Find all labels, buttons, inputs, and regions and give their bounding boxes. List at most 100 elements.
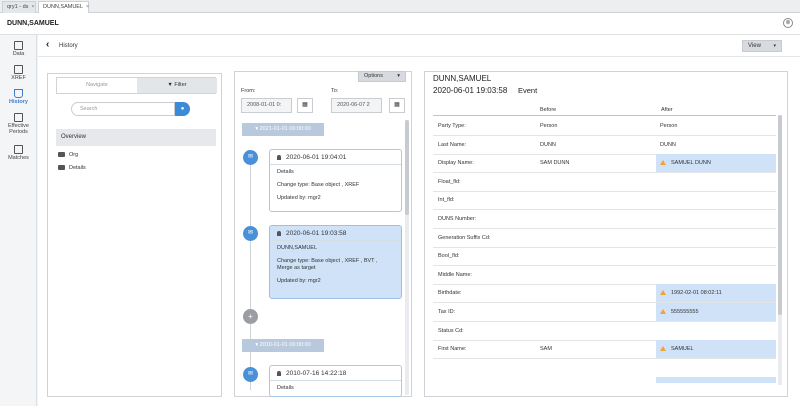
timeline-group-header[interactable]: ▾ 2021-01-01 00:00:00 <box>242 123 324 136</box>
comparison-row: Display Name: SAM DUNN SAMUEL DUNN <box>433 154 776 174</box>
history-event-card-selected[interactable]: 2020-06-01 19:03:58 DUNN,SAMUEL Change t… <box>269 225 402 299</box>
nav-item-xref[interactable]: XREF <box>0 65 37 81</box>
tab-record[interactable]: DUNN,SAMUEL × <box>38 1 89 13</box>
field-label: Int_fld: <box>438 197 455 204</box>
after-value <box>656 191 776 209</box>
tree-label: Details <box>69 165 86 171</box>
tab-label: DUNN,SAMUEL <box>43 4 84 10</box>
comparison-row: Party Type: Person Person <box>433 117 776 136</box>
after-text: SAMUEL DUNN <box>671 160 711 167</box>
field-label: Display Name: <box>438 160 474 167</box>
back-arrow-icon[interactable]: ‹ <box>46 40 49 50</box>
comparison-row: Status Cd: <box>433 322 776 341</box>
navigate-panel: Navigate ▼ Filter Search ● Overview Org … <box>47 73 222 397</box>
before-value: SAM DUNN <box>540 160 570 167</box>
event-date: 2010-07-16 14:22:18 <box>286 370 347 377</box>
from-calendar-icon[interactable]: ▦ <box>297 98 313 113</box>
event-updated-by: Updated by: mgr2 <box>277 278 321 284</box>
event-card-header: 2020-06-01 19:04:01 <box>270 150 401 165</box>
warning-icon <box>660 346 666 352</box>
comparison-row: DUNS Number: <box>433 210 776 229</box>
timeline-scrollbar[interactable] <box>405 120 409 395</box>
history-event-icon: ✉ <box>243 226 258 241</box>
to-date-input[interactable]: 2020-06-07 2 <box>331 98 382 113</box>
tab-navigate[interactable]: Navigate <box>57 78 137 93</box>
user-icon <box>277 154 281 160</box>
comparison-scrollbar[interactable] <box>778 115 782 385</box>
after-value: 555555555 <box>656 303 776 321</box>
nav-item-history[interactable]: History <box>0 89 37 105</box>
record-title: DUNN,SAMUEL <box>7 20 59 27</box>
event-card-header: 2010-07-16 14:22:18 <box>270 366 401 381</box>
history-event-icon: ✉ <box>243 150 258 165</box>
comparison-row: Last Name: DUNN DUNN <box>433 136 776 155</box>
tab-filter[interactable]: ▼ Filter <box>137 78 217 93</box>
comparison-row: Bool_fld: <box>433 247 776 267</box>
from-label: From: <box>241 88 256 94</box>
event-card-header: 2020-06-01 19:03:58 <box>270 226 401 241</box>
nav-label: History <box>9 99 28 105</box>
tab-label: qry1 - ds <box>7 4 29 10</box>
after-value <box>656 266 776 284</box>
after-text: SAMUEL <box>671 346 694 353</box>
navigate-tab-label: Navigate <box>86 82 108 88</box>
tab-query[interactable]: qry1 - ds × <box>2 1 36 13</box>
event-change-type: Change type: Base object , XREF , BVT , … <box>277 258 378 271</box>
folder-icon <box>58 165 65 171</box>
field-label: Bool_fld: <box>438 253 460 260</box>
after-value: DUNN <box>656 136 776 154</box>
comparison-row: Int_fld: <box>433 191 776 211</box>
close-icon[interactable]: × <box>31 4 34 10</box>
event-card-body: Details <box>270 381 401 402</box>
history-event-card[interactable]: 2010-07-16 14:22:18 Details <box>269 365 402 397</box>
xref-icon <box>14 65 23 74</box>
left-nav: Data XREF History Effective Periods Matc… <box>0 35 37 406</box>
history-event-card[interactable]: 2020-06-01 19:04:01 Details Change type:… <box>269 149 402 212</box>
after-value <box>656 247 776 265</box>
field-label: Float_fld: <box>438 178 461 185</box>
before-value: DUNN <box>540 141 556 148</box>
header-divider <box>433 115 776 116</box>
hourglass-icon <box>14 89 23 98</box>
view-dropdown-button[interactable]: View ▾ <box>742 40 782 52</box>
after-value: SAMUEL DUNN <box>656 154 776 173</box>
scrollbar-thumb[interactable] <box>778 115 782 315</box>
timeline-line <box>250 150 251 390</box>
from-date-input[interactable]: 2008-01-01 0: <box>241 98 292 113</box>
field-label: Generation Suffix Cd: <box>438 234 491 241</box>
event-date: 2020-06-01 19:03:58 <box>286 230 347 237</box>
nav-item-effective-periods[interactable]: Effective Periods <box>0 113 37 135</box>
event-card-body: DUNN,SAMUEL Change type: Base object , X… <box>270 241 401 295</box>
after-text: 1992-02-01 08:02:11 <box>671 290 722 297</box>
search-input[interactable]: Search <box>71 102 175 116</box>
nav-label: Matches <box>8 155 29 161</box>
overview-item[interactable]: Overview <box>56 129 216 146</box>
nav-item-matches[interactable]: Matches <box>0 145 37 161</box>
folder-icon <box>58 152 65 158</box>
matches-icon <box>14 145 23 154</box>
navigate-filter-tabs: Navigate ▼ Filter <box>56 77 217 94</box>
event-record-name: DUNN,SAMUEL <box>433 74 492 83</box>
after-value <box>656 322 776 340</box>
search-button[interactable]: ● <box>175 102 190 116</box>
history-toolbar: ‹ History View ▾ <box>38 35 800 57</box>
comparison-row: Birthdate: 1992-02-01 08:02:11 <box>433 284 776 304</box>
options-dropdown-button[interactable]: Options ▾ <box>358 71 406 82</box>
scrollbar-thumb[interactable] <box>405 120 409 215</box>
add-event-icon[interactable]: + <box>243 309 258 324</box>
comparison-row: Middle Name: <box>433 266 776 285</box>
timeline-group-header[interactable]: ▾ 2010-01-01 00:00:00 <box>242 339 324 352</box>
close-icon[interactable]: × <box>86 4 89 10</box>
event-label: Event <box>518 86 538 95</box>
nav-label: Effective Periods <box>8 123 29 135</box>
field-label: Tax ID: <box>438 309 456 315</box>
to-calendar-icon[interactable]: ▦ <box>389 98 405 113</box>
tree-item-org[interactable]: Org <box>58 152 78 158</box>
close-record-icon[interactable]: ⊗ <box>783 18 793 28</box>
nav-label: Data <box>12 51 25 57</box>
history-title: History <box>59 43 78 49</box>
event-datetime: 2020-06-01 19:03:58 <box>433 86 508 95</box>
user-icon <box>277 370 281 376</box>
nav-item-data[interactable]: Data <box>0 41 37 57</box>
tree-item-details[interactable]: Details <box>58 165 86 171</box>
